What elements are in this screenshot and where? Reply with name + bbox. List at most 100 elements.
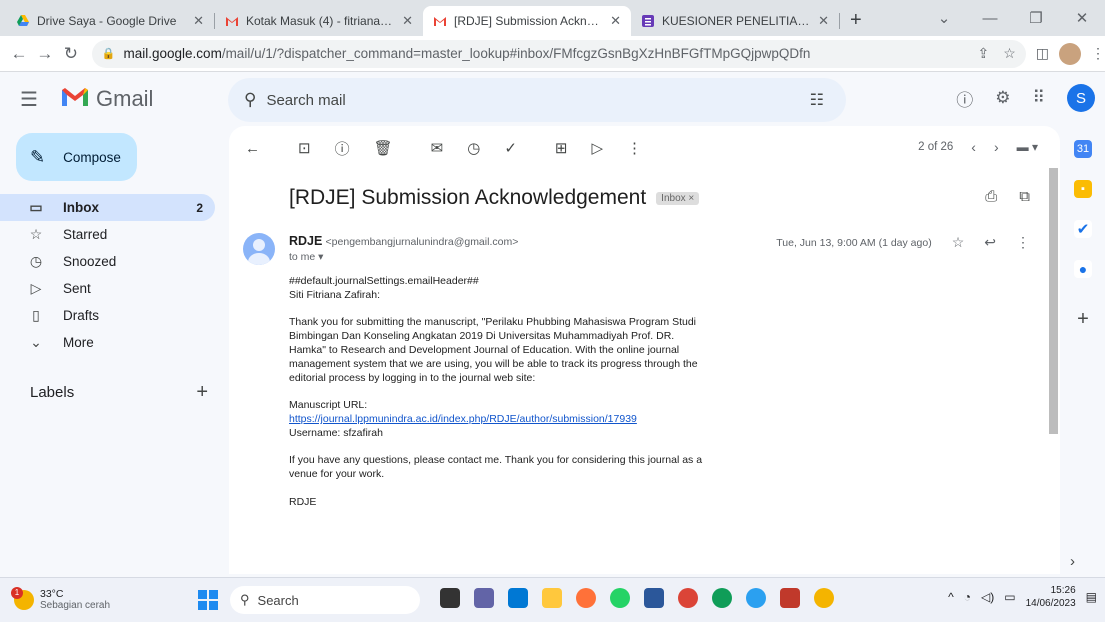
archive-icon[interactable]: ⊡	[298, 139, 311, 157]
more-options-icon[interactable]: ⋮	[627, 139, 642, 157]
search-bar[interactable]: ⚲ Search mail ☷	[228, 78, 846, 122]
sidebar-item-sent[interactable]: ▷ Sent	[0, 275, 215, 302]
tab-kuesioner[interactable]: KUESIONER PENELITIAN - Googl ✕	[631, 6, 839, 36]
print-icon[interactable]: ⎙	[985, 188, 997, 205]
taskbar-search[interactable]: ⚲ Search	[230, 586, 420, 614]
tasks-icon[interactable]: ✔	[1074, 220, 1092, 238]
inbox-label-badge[interactable]: Inbox ×	[656, 191, 700, 205]
greeting: Siti Fitriana Zafirah:	[289, 288, 381, 301]
reply-icon[interactable]: ↩	[984, 234, 996, 251]
word-icon[interactable]	[644, 588, 664, 608]
store-icon[interactable]	[508, 588, 528, 608]
label-icon[interactable]: ▷	[591, 139, 603, 157]
tab-gmail-inbox[interactable]: Kotak Masuk (4) - fitrianazafira@ ✕	[215, 6, 423, 36]
recipient-details-toggle[interactable]: to me ▾	[289, 251, 323, 263]
address-bar-row: ← → ↻ 🔒 mail.google.com /mail/u/1/?dispa…	[0, 36, 1105, 72]
show-hidden-icons[interactable]: ^	[948, 590, 954, 604]
firefox-icon[interactable]	[576, 588, 596, 608]
whatsapp-icon[interactable]	[610, 588, 630, 608]
body-paragraph: Thank you for submitting the manuscript,…	[289, 316, 698, 384]
more-vert-icon[interactable]: ⋮	[1016, 234, 1030, 251]
contacts-icon[interactable]: ●	[1074, 260, 1092, 278]
restore-icon[interactable]: ❐	[1013, 9, 1059, 27]
manuscript-link[interactable]: https://journal.lppmunindra.ac.id/index.…	[289, 413, 637, 425]
move-to-icon[interactable]: ⊞	[555, 139, 568, 157]
close-tab-icon[interactable]: ✕	[818, 13, 829, 29]
sidebar-item-snoozed[interactable]: ◷ Snoozed	[0, 248, 215, 275]
sidebar-item-inbox[interactable]: ▭ Inbox 2	[0, 194, 215, 221]
settings-gear-icon[interactable]: ⚙	[995, 88, 1010, 108]
labels-heading: Labels	[30, 384, 75, 401]
keep-icon[interactable]: ▪	[1074, 180, 1092, 198]
calendar-icon[interactable]: 31	[1074, 140, 1092, 158]
search-icon[interactable]: ⚲	[244, 90, 256, 110]
create-label-icon[interactable]: +	[196, 381, 208, 404]
sidebar-item-more[interactable]: ⌄ More	[0, 329, 215, 356]
compose-button[interactable]: ✎ Compose	[16, 133, 137, 181]
side-panel-icon[interactable]: ◫	[1036, 45, 1049, 62]
older-chevron-icon[interactable]: ›	[994, 139, 999, 155]
chrome-icon[interactable]	[814, 588, 834, 608]
gmail-logo[interactable]: Gmail	[60, 86, 153, 113]
input-tools-icon[interactable]: ▬ ▾	[1017, 140, 1038, 154]
search-input[interactable]: Search mail	[266, 92, 345, 109]
edge-icon[interactable]	[746, 588, 766, 608]
volume-icon[interactable]: ◁)	[981, 590, 994, 604]
close-tab-icon[interactable]: ✕	[610, 13, 621, 29]
back-icon[interactable]: ←	[6, 44, 32, 64]
task-view-icon[interactable]	[440, 588, 460, 608]
clock-icon: ◷	[29, 253, 43, 269]
tab-rdje-submission[interactable]: [RDJE] Submission Acknowledge ✕	[423, 6, 631, 36]
close-window-icon[interactable]: ✕	[1059, 9, 1105, 27]
message-subject: [RDJE] Submission Acknowledgement Inbox …	[289, 186, 700, 210]
new-tab-button[interactable]: +	[840, 9, 872, 36]
back-to-inbox-icon[interactable]: ←	[245, 140, 260, 157]
search-options-icon[interactable]: ☷	[810, 90, 824, 110]
show-side-panel-icon[interactable]: ›	[1070, 553, 1075, 570]
browser-menu-icon[interactable]: ⋮	[1091, 45, 1105, 62]
add-task-icon[interactable]: ✓	[504, 139, 517, 157]
close-tab-icon[interactable]: ✕	[402, 13, 413, 29]
open-new-window-icon[interactable]: ⧉	[1019, 188, 1030, 205]
apps-grid-icon[interactable]: ⠿	[1033, 88, 1045, 108]
star-icon[interactable]: ☆	[952, 234, 965, 251]
scrollbar-thumb[interactable]	[1049, 168, 1058, 434]
tab-google-drive[interactable]: Drive Saya - Google Drive ✕	[6, 6, 214, 36]
forward-icon[interactable]: →	[32, 44, 58, 64]
body-paragraph: If you have any questions, please contac…	[289, 454, 703, 481]
network-wifi-icon[interactable]: ◔	[964, 590, 971, 604]
sidebar-item-drafts[interactable]: ▯ Drafts	[0, 302, 215, 329]
search-icon: ⚲	[240, 592, 250, 607]
get-addons-icon[interactable]: +	[1077, 308, 1089, 331]
chrome-icon[interactable]	[712, 588, 732, 608]
main-menu-icon[interactable]: ☰	[20, 87, 44, 112]
chrome-icon[interactable]	[678, 588, 698, 608]
reload-icon[interactable]: ↻	[58, 44, 84, 64]
file-explorer-icon[interactable]	[542, 588, 562, 608]
minimize-icon[interactable]: —	[967, 10, 1013, 27]
windows-start-icon[interactable]	[198, 590, 218, 610]
url-input[interactable]: 🔒 mail.google.com /mail/u/1/?dispatcher_…	[91, 39, 1026, 68]
mark-unread-icon[interactable]: ✉	[431, 139, 444, 157]
gmail-header: ☰ Gmail ⚲ Search mail ☷ ⓘ ⚙ ⠿ S	[0, 72, 1105, 126]
delete-icon[interactable]: 🗑	[374, 139, 393, 157]
share-icon[interactable]: ⇪	[977, 45, 989, 62]
sidebar-item-starred[interactable]: ☆ Starred	[0, 221, 215, 248]
battery-icon[interactable]: ▭	[1004, 590, 1015, 604]
system-clock[interactable]: 15:26 14/06/2023	[1026, 584, 1076, 610]
newer-chevron-icon[interactable]: ‹	[971, 139, 976, 155]
tab-search-icon[interactable]: ⌄	[921, 9, 967, 27]
notification-icon[interactable]: ▤	[1086, 590, 1097, 604]
url-path: /mail/u/1/?dispatcher_command=master_loo…	[221, 46, 811, 61]
teams-icon[interactable]	[474, 588, 494, 608]
app-icon[interactable]	[780, 588, 800, 608]
bookmark-star-icon[interactable]: ☆	[1003, 45, 1016, 62]
snooze-icon[interactable]: ◷	[467, 139, 480, 157]
account-avatar[interactable]: S	[1067, 84, 1095, 112]
sender-name[interactable]: RDJE	[289, 234, 322, 248]
profile-avatar[interactable]	[1058, 42, 1081, 65]
close-tab-icon[interactable]: ✕	[193, 13, 204, 29]
weather-widget[interactable]: 1 33°C Sebagian cerah	[11, 587, 110, 612]
report-spam-icon[interactable]: ⓘ	[335, 138, 350, 159]
help-icon[interactable]: ⓘ	[956, 86, 973, 111]
